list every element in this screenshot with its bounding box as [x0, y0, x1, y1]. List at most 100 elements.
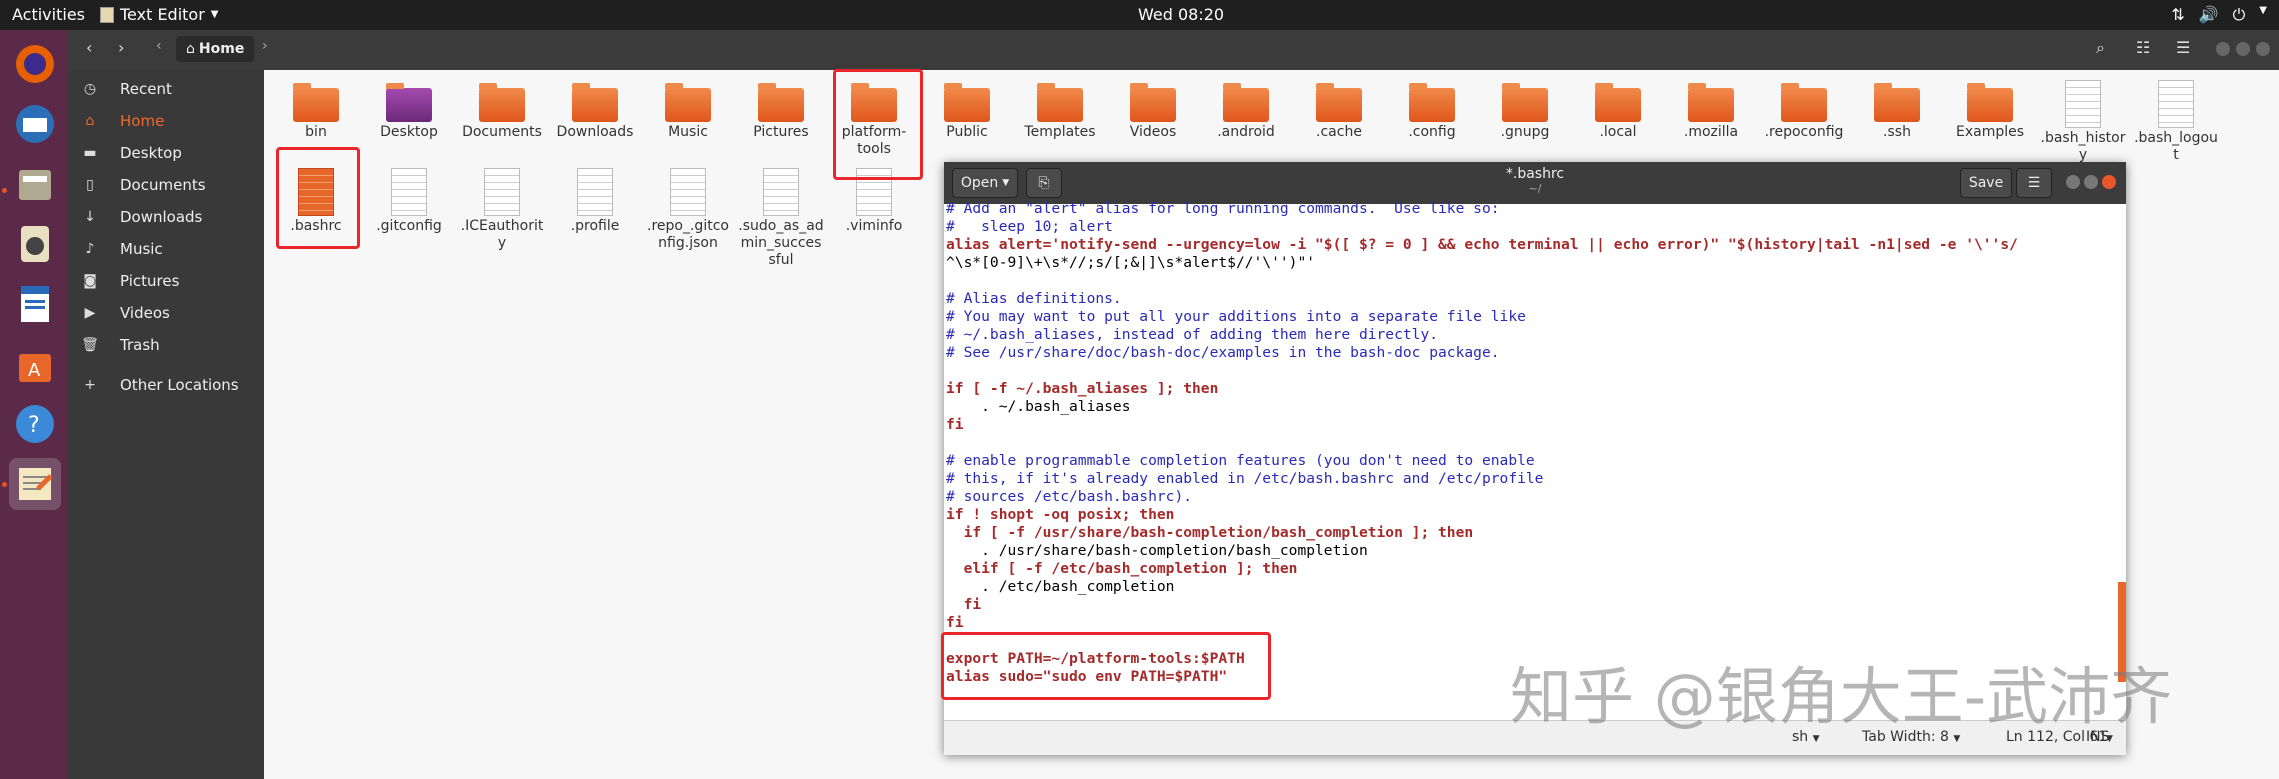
file-item[interactable]: .cache — [1296, 78, 1382, 141]
search-icon[interactable]: ⌕ — [2096, 38, 2105, 58]
file-label: bin — [305, 124, 327, 140]
file-item[interactable]: Public — [924, 78, 1010, 141]
window-controls[interactable] — [2216, 42, 2270, 56]
file-item[interactable]: .ICEauthority — [459, 166, 545, 252]
running-indicator — [2, 482, 7, 487]
file-item[interactable]: Templates — [1017, 78, 1103, 141]
sidebar-item-pictures[interactable]: ◙ Pictures — [68, 266, 264, 296]
menu-icon[interactable]: ☰ — [2176, 38, 2190, 57]
system-tray[interactable]: ⇅ 🔊 ⏻ ▼ — [2171, 5, 2267, 25]
file-item[interactable]: .bash_logout — [2133, 78, 2219, 164]
network-icon: ⇅ — [2171, 5, 2185, 24]
file-item[interactable]: Examples — [1947, 78, 2033, 141]
download-icon: ↓ — [84, 209, 96, 225]
file-item[interactable]: Videos — [1110, 78, 1196, 141]
folder-icon — [1502, 83, 1548, 122]
save-button[interactable]: Save — [1960, 168, 2012, 198]
code-line: fi — [946, 614, 964, 631]
file-item[interactable]: bin — [273, 78, 359, 141]
forward-button[interactable]: › — [118, 38, 124, 57]
help-icon[interactable]: ? — [9, 398, 61, 450]
folder-icon — [665, 83, 711, 122]
file-item[interactable]: .repoconfig — [1761, 78, 1847, 141]
file-label: Templates — [1024, 124, 1096, 140]
activities-button[interactable]: Activities — [12, 5, 85, 24]
sidebar-item-label: Pictures — [120, 272, 180, 290]
folder-icon — [1409, 83, 1455, 122]
minimize-icon[interactable] — [2066, 175, 2080, 189]
view-toggle-icon[interactable]: ☷ — [2136, 38, 2150, 57]
sidebar-item-music[interactable]: ♪ Music — [68, 234, 264, 264]
file-item[interactable]: .repo_.gitconfig.json — [645, 166, 731, 252]
file-item[interactable]: .mozilla — [1668, 78, 1754, 141]
file-item[interactable]: .sudo_as_admin_successful — [738, 166, 824, 269]
sidebar-item-label: Videos — [120, 304, 170, 322]
sidebar-item-videos[interactable]: ▶ Videos — [68, 298, 264, 328]
file-label: Examples — [1955, 124, 2025, 140]
file-label: Documents — [462, 124, 542, 140]
sidebar-item-documents[interactable]: ▯ Documents — [68, 170, 264, 200]
path-home-button[interactable]: ⌂ Home — [176, 36, 255, 62]
file-item[interactable]: .bash_history — [2040, 78, 2126, 164]
file-item[interactable]: Documents — [459, 78, 545, 141]
sidebar-item-label: Home — [120, 112, 165, 130]
file-item[interactable]: .profile — [552, 166, 638, 235]
close-icon[interactable] — [2256, 42, 2270, 56]
home-icon: ⌂ — [186, 41, 195, 57]
sidebar-item-recent[interactable]: ◷ Recent — [68, 74, 264, 104]
clock[interactable]: Wed 08:20 — [1138, 5, 1224, 24]
file-item[interactable]: .config — [1389, 78, 1475, 141]
thunderbird-icon[interactable] — [9, 98, 61, 150]
rhythmbox-icon[interactable] — [9, 218, 61, 270]
folder-icon — [1223, 83, 1269, 122]
writer-icon[interactable] — [9, 278, 61, 330]
sidebar-item-downloads[interactable]: ↓ Downloads — [68, 202, 264, 232]
document-icon — [577, 168, 613, 216]
text-editor-icon[interactable] — [9, 458, 61, 510]
file-item[interactable]: .ssh — [1854, 78, 1940, 141]
path-right-button[interactable]: › — [262, 38, 268, 54]
folder-icon — [1688, 83, 1734, 122]
plus-icon: + — [84, 377, 96, 393]
sidebar-item-home[interactable]: ⌂ Home — [68, 106, 264, 136]
maximize-icon[interactable] — [2084, 175, 2098, 189]
firefox-icon[interactable] — [9, 38, 61, 90]
file-label: .bash_logout — [2134, 130, 2218, 163]
files-headerbar: ‹ › ‹ ⌂ Home › ⌕ ☷ ☰ — [68, 30, 2279, 70]
document-title: *.bashrc — [1505, 166, 1565, 182]
maximize-icon[interactable] — [2236, 42, 2250, 56]
file-label: Desktop — [380, 124, 438, 140]
file-item[interactable]: Desktop — [366, 78, 452, 141]
file-label: .gnupg — [1500, 124, 1550, 140]
running-indicator — [2, 188, 7, 193]
sidebar-item-label: Trash — [120, 336, 160, 354]
file-item[interactable]: .android — [1203, 78, 1289, 141]
file-item[interactable]: Music — [645, 78, 731, 141]
path-left-button[interactable]: ‹ — [156, 38, 162, 54]
sidebar-item-other-locations[interactable]: + Other Locations — [68, 370, 264, 400]
close-icon[interactable] — [2102, 175, 2116, 189]
sidebar-item-trash[interactable]: 🗑 Trash — [68, 330, 264, 360]
files-icon[interactable] — [9, 158, 61, 210]
sidebar-item-desktop[interactable]: ▬ Desktop — [68, 138, 264, 168]
software-icon[interactable]: A — [9, 338, 61, 390]
back-button[interactable]: ‹ — [86, 38, 92, 57]
app-menu[interactable]: Text Editor ▼ — [100, 5, 219, 24]
file-item[interactable]: .gnupg — [1482, 78, 1568, 141]
minimize-icon[interactable] — [2216, 42, 2230, 56]
editor-headerbar: Open ▼ ⎘ *.bashrc ~/ Save ☰ — [944, 162, 2126, 204]
file-item[interactable]: Pictures — [738, 78, 824, 141]
files-sidebar: ◷ Recent ⌂ Home ▬ Desktop ▯ Documents ↓ Downl… — [68, 70, 264, 779]
file-item[interactable]: .gitconfig — [366, 166, 452, 235]
folder-icon — [1781, 83, 1827, 122]
hamburger-menu-button[interactable]: ☰ — [2016, 168, 2052, 198]
file-item[interactable]: Downloads — [552, 78, 638, 141]
file-item[interactable]: .local — [1575, 78, 1661, 141]
sidebar-item-label: Recent — [120, 80, 172, 98]
code-line: fi — [946, 596, 982, 613]
code-line: # enable programmable completion feature… — [946, 452, 1535, 469]
folder-icon — [944, 83, 990, 122]
music-icon: ♪ — [85, 241, 95, 257]
file-label: .repoconfig — [1764, 124, 1844, 140]
